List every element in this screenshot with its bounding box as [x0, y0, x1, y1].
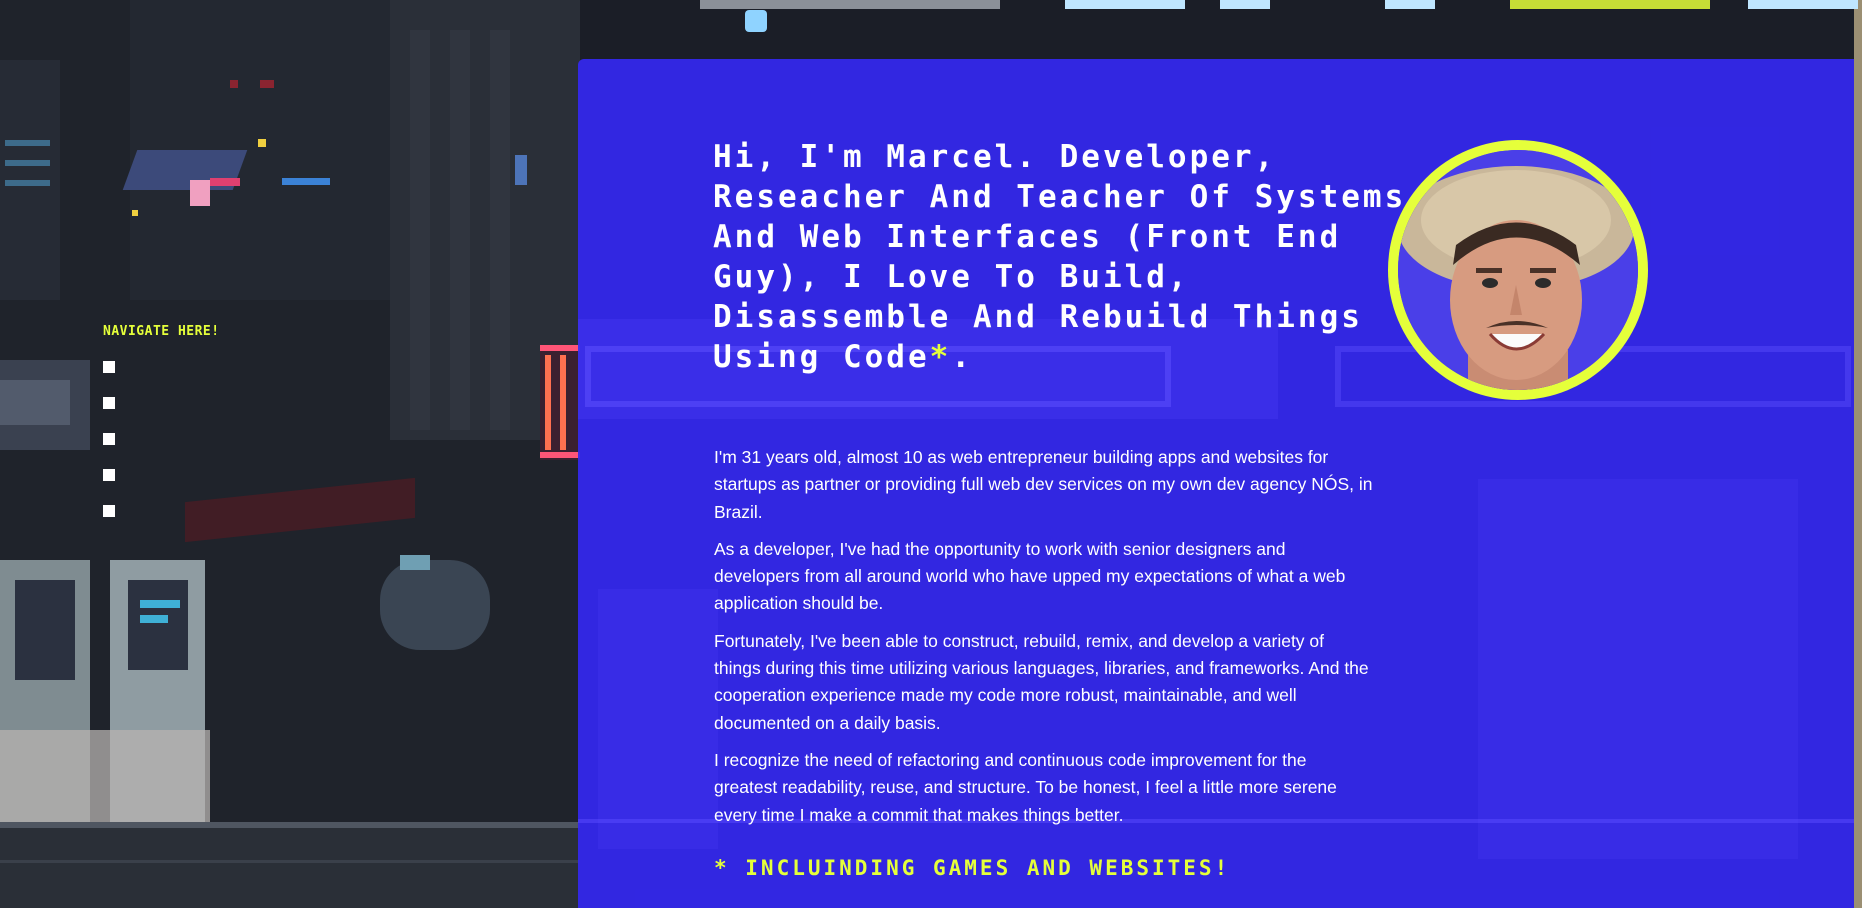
bio-paragraph-4: I recognize the need of refactoring and …	[714, 749, 1337, 825]
headline-text: Hi, I'm Marcel. Developer, Reseacher And…	[713, 139, 1407, 375]
hero-headline: Hi, I'm Marcel. Developer, Reseacher And…	[713, 137, 1413, 377]
nav-dot-3[interactable]	[103, 433, 115, 445]
headline-period: .	[951, 339, 973, 375]
about-panel: Hi, I'm Marcel. Developer, Reseacher And…	[578, 59, 1854, 908]
avatar	[1398, 150, 1638, 390]
nav-dot-5[interactable]	[103, 505, 115, 517]
top-header-fragment	[690, 0, 1862, 32]
bio: I'm 31 years old, almost 10 as web entre…	[714, 444, 1374, 839]
headline-asterisk: *	[929, 339, 952, 375]
footnote: * INCLUINDING GAMES AND WEBSITES!	[714, 856, 1231, 880]
nav-title: NAVIGATE HERE!	[103, 324, 220, 339]
nav-dot-4[interactable]	[103, 469, 115, 481]
nav-dot-1[interactable]	[103, 361, 115, 373]
bio-paragraph-1: I'm 31 years old, almost 10 as web entre…	[714, 447, 1373, 522]
profile-photo-icon	[1398, 150, 1638, 390]
bio-paragraph-3: Fortunately, I've been able to construct…	[714, 630, 1369, 733]
avatar-ring	[1388, 140, 1648, 400]
bio-paragraph-2: As a developer, I've had the opportunity…	[714, 538, 1346, 614]
nav-dot-2[interactable]	[103, 397, 115, 409]
section-nav	[103, 361, 115, 541]
